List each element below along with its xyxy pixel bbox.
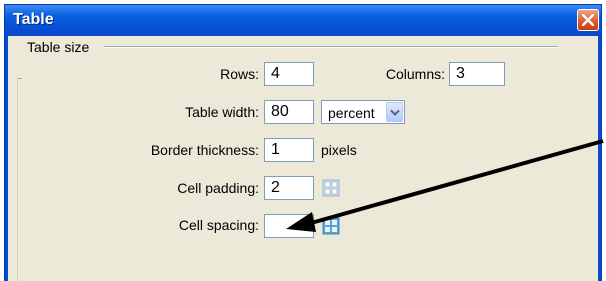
columns-input[interactable]: 3 [449, 62, 505, 86]
table-width-unit-select[interactable]: percent [321, 100, 405, 124]
table-width-unit-value: percent [328, 105, 375, 121]
dropdown-button[interactable] [386, 102, 403, 122]
border-thickness-label: Border thickness: [150, 142, 259, 158]
border-unit-label: pixels [321, 142, 357, 158]
border-thickness-input[interactable]: 1 [264, 138, 314, 162]
cell-padding-label: Cell padding: [177, 180, 259, 196]
group-border [17, 78, 18, 281]
cell-spacing-grid-icon [322, 217, 340, 235]
dialog-body: Table size Rows: 4 Columns: 3 Table widt… [5, 36, 601, 281]
cell-spacing-label: Cell spacing: [178, 217, 259, 233]
close-button[interactable] [577, 9, 599, 31]
columns-label: Columns: [385, 66, 445, 82]
cell-padding-grid-icon [322, 179, 340, 197]
table-width-label: Table width: [185, 104, 259, 120]
table-dialog: Table Table size Rows: 4 Columns: 3 Tabl… [4, 4, 602, 281]
window-title: Table [13, 11, 54, 28]
chevron-down-icon [390, 109, 400, 116]
title-bar[interactable]: Table [5, 5, 601, 36]
cell-padding-input[interactable]: 2 [264, 176, 314, 200]
rows-input[interactable]: 4 [264, 62, 314, 86]
table-size-group-label: Table size [25, 39, 92, 55]
table-width-input[interactable]: 80 [264, 100, 314, 124]
close-icon [582, 14, 594, 26]
group-divider [104, 46, 558, 48]
group-divider-left [18, 78, 22, 79]
rows-label: Rows: [220, 66, 259, 82]
cell-spacing-input[interactable] [264, 214, 314, 238]
